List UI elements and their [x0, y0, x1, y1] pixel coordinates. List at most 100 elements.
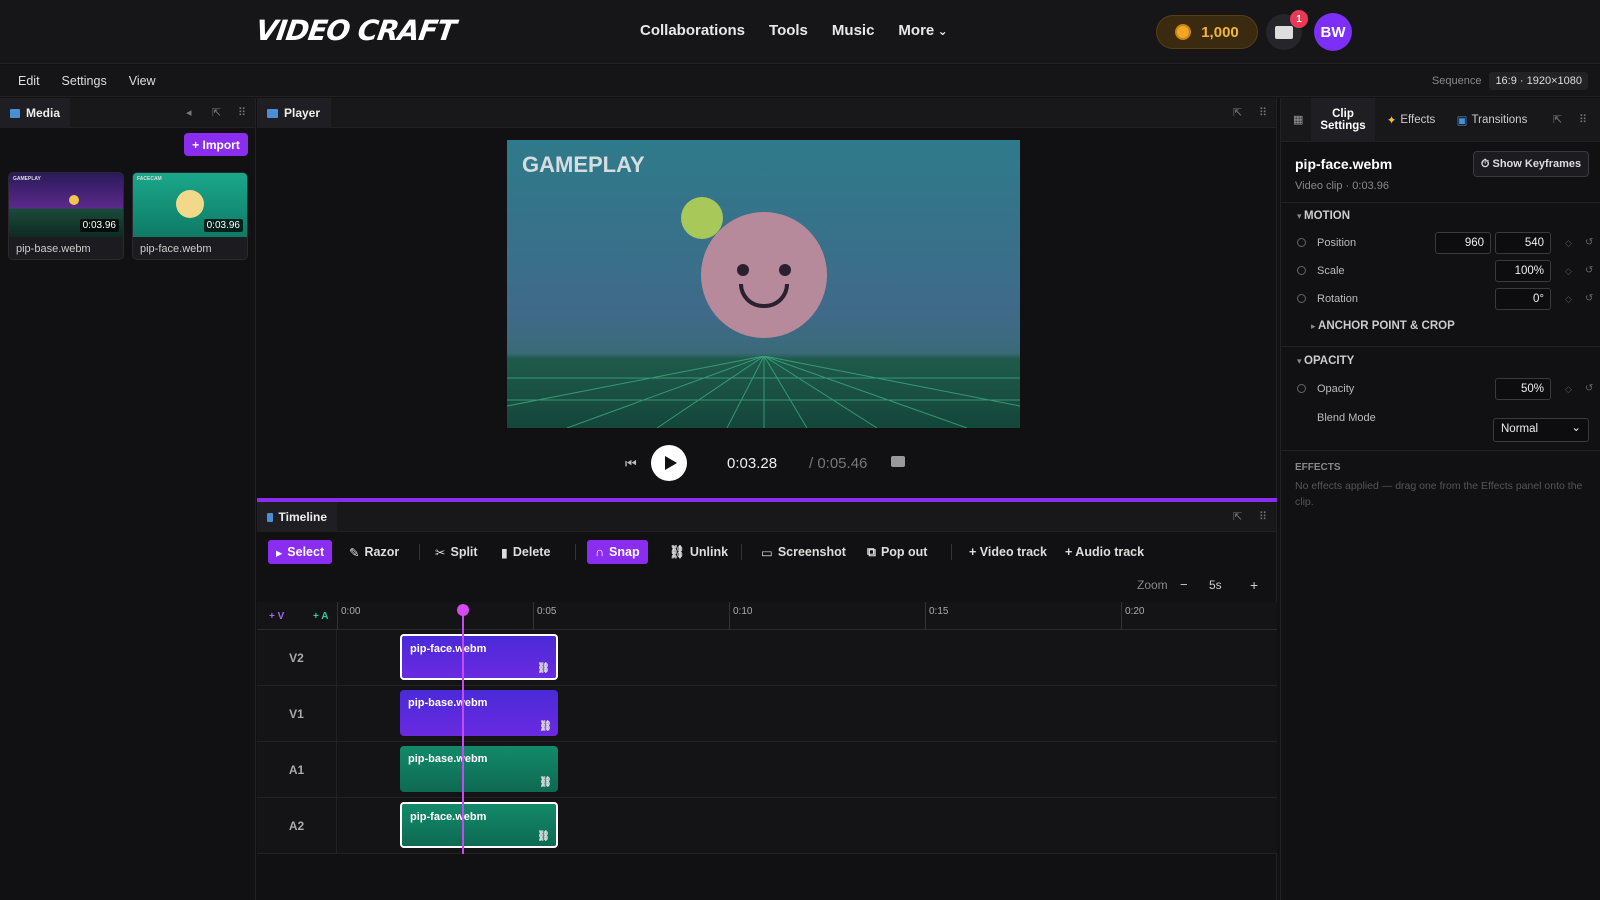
blend-mode-select[interactable]: Normal: [1493, 418, 1589, 442]
playhead[interactable]: [462, 610, 464, 854]
nav-link-music[interactable]: Music: [832, 22, 875, 39]
preview-overlay-text: GAMEPLAY: [522, 152, 645, 177]
reset-icon[interactable]: ↺: [1585, 237, 1593, 248]
tool-label: Split: [450, 545, 478, 559]
timeline-clip[interactable]: pip-face.webm ⛓: [400, 634, 558, 680]
show-keyframes-button[interactable]: ⏱ Show Keyframes: [1473, 151, 1589, 177]
zoom-in-button[interactable]: +: [1250, 577, 1258, 593]
cursor-icon: ▸: [276, 545, 283, 560]
split-button[interactable]: ✂ Split: [427, 540, 486, 564]
scale-input[interactable]: 100%: [1495, 260, 1551, 282]
media-item[interactable]: FACECAM 0:03.96 pip-face.webm: [132, 172, 248, 260]
anchor-crop-section-toggle[interactable]: ANCHOR POINT & CROP: [1311, 320, 1455, 332]
camera-icon[interactable]: [891, 456, 905, 467]
opacity-input[interactable]: 50%: [1495, 378, 1551, 400]
add-keyframe-icon[interactable]: ◇: [1565, 266, 1572, 277]
collapse-icon[interactable]: ◂: [186, 106, 192, 119]
menu-view[interactable]: View: [129, 74, 156, 88]
inbox-button[interactable]: 1: [1266, 10, 1308, 50]
add-keyframe-icon[interactable]: ◇: [1565, 384, 1572, 395]
menu-bar: Edit Settings View Sequence 16:9 · 1920×…: [0, 65, 1600, 97]
monitor-icon: [267, 108, 278, 118]
position-x-input[interactable]: 960: [1435, 232, 1491, 254]
menu-settings[interactable]: Settings: [62, 74, 107, 88]
razor-tool-button[interactable]: ✎ Razor: [341, 540, 407, 564]
link-icon: ⛓: [537, 831, 550, 842]
timeline-clip[interactable]: pip-base.webm ⛓: [400, 746, 558, 792]
add-video-track-button[interactable]: + Video track: [961, 540, 1055, 564]
tab-clip-settings[interactable]: Clip Settings: [1311, 98, 1375, 142]
keyframe-stopwatch-icon[interactable]: [1297, 266, 1306, 275]
delete-button[interactable]: ▮ Delete: [493, 540, 558, 564]
tab-player[interactable]: Player: [257, 98, 331, 128]
motion-section-toggle[interactable]: MOTION: [1297, 210, 1350, 222]
time-ruler[interactable]: + V + A 0:00 0:05 0:10 0:15 0:20: [257, 602, 1277, 630]
popout-icon[interactable]: ⇱: [1233, 106, 1242, 119]
add-audio-track-button[interactable]: + Audio track: [1057, 540, 1152, 564]
scissors-icon: ✂: [435, 545, 446, 560]
drag-handle-icon[interactable]: ⠿: [238, 106, 246, 119]
reset-icon[interactable]: ↺: [1585, 383, 1593, 394]
select-tool-button[interactable]: ▸ Select: [268, 540, 333, 564]
keyframe-stopwatch-icon[interactable]: [1297, 384, 1306, 393]
nav-link-more[interactable]: More: [898, 22, 947, 39]
tab-media[interactable]: Media: [0, 98, 70, 128]
media-item[interactable]: GAMEPLAY 0:03.96 pip-base.webm: [8, 172, 124, 260]
video-preview[interactable]: GAMEPLAY: [507, 140, 1020, 428]
app-logo[interactable]: VIDEO CRAFT: [254, 14, 458, 47]
keyframe-stopwatch-icon[interactable]: [1297, 238, 1306, 247]
import-button[interactable]: + Import: [184, 133, 248, 156]
snap-toggle[interactable]: ∩ Snap: [587, 540, 648, 564]
popout-icon[interactable]: ⇱: [212, 106, 221, 119]
drag-handle-icon[interactable]: ⠿: [1259, 510, 1267, 523]
clip-meta: Video clip · 0:03.96: [1295, 180, 1389, 192]
tool-label: Select: [287, 545, 325, 559]
track-header[interactable]: A2: [257, 798, 337, 854]
user-avatar[interactable]: BW: [1314, 13, 1352, 51]
tab-transitions[interactable]: ▣ Transitions: [1447, 98, 1537, 142]
nav-link-collaborations[interactable]: Collaborations: [640, 22, 745, 39]
drag-handle-icon[interactable]: ⠿: [1259, 106, 1267, 119]
position-y-input[interactable]: 540: [1495, 232, 1551, 254]
add-keyframe-icon[interactable]: ◇: [1565, 294, 1572, 305]
popout-icon[interactable]: ⇱: [1233, 510, 1242, 523]
play-icon: [664, 456, 677, 470]
link-icon: ⛓: [537, 663, 550, 674]
rotation-input[interactable]: 0°: [1495, 288, 1551, 310]
popout-icon[interactable]: ⇱: [1553, 113, 1562, 126]
notification-badge: 1: [1290, 10, 1308, 28]
clip-label: pip-face.webm: [410, 811, 487, 823]
timeline-clip[interactable]: pip-face.webm ⛓: [400, 802, 558, 848]
playhead-handle[interactable]: [457, 604, 469, 616]
track-header[interactable]: V1: [257, 686, 337, 742]
menu-edit[interactable]: Edit: [18, 74, 40, 88]
add-audio-track-shortcut[interactable]: + A: [313, 611, 328, 622]
play-button[interactable]: [651, 445, 687, 481]
reset-icon[interactable]: ↺: [1585, 265, 1593, 276]
timeline-clip[interactable]: pip-base.webm ⛓: [400, 690, 558, 736]
screenshot-button[interactable]: ▭ Screenshot: [753, 540, 854, 564]
track-header[interactable]: A1: [257, 742, 337, 798]
tab-timeline[interactable]: Timeline: [257, 502, 337, 532]
tab-effects[interactable]: ✦ Effects: [1379, 98, 1443, 142]
opacity-section-toggle[interactable]: OPACITY: [1297, 355, 1354, 367]
media-icon: [10, 108, 20, 118]
coin-balance[interactable]: 1,000: [1156, 15, 1258, 49]
popout-button[interactable]: ⧉ Pop out: [859, 540, 935, 564]
media-panel-header: Media ◂ ⇱ ⠿: [0, 98, 255, 128]
clip-label: pip-base.webm: [408, 753, 488, 765]
total-time: / 0:05.46: [809, 455, 868, 472]
drag-handle-icon[interactable]: ⠿: [1579, 113, 1587, 126]
add-video-track-shortcut[interactable]: + V: [269, 611, 284, 622]
skip-back-icon[interactable]: ⏮: [625, 456, 637, 472]
zoom-out-button[interactable]: −: [1180, 577, 1188, 592]
inspector-panel: ▦ Clip Settings ✦ Effects ▣ Transitions ⇱ …: [1280, 98, 1600, 900]
reset-icon[interactable]: ↺: [1585, 293, 1593, 304]
keyframe-stopwatch-icon[interactable]: [1297, 294, 1306, 303]
ruler-tick: [533, 602, 534, 630]
nav-link-tools[interactable]: Tools: [769, 22, 808, 39]
unlink-button[interactable]: ⛓ Unlink: [661, 540, 736, 564]
track-header[interactable]: V2: [257, 630, 337, 686]
sequence-value[interactable]: 16:9 · 1920×1080: [1489, 72, 1588, 90]
add-keyframe-icon[interactable]: ◇: [1565, 238, 1572, 249]
